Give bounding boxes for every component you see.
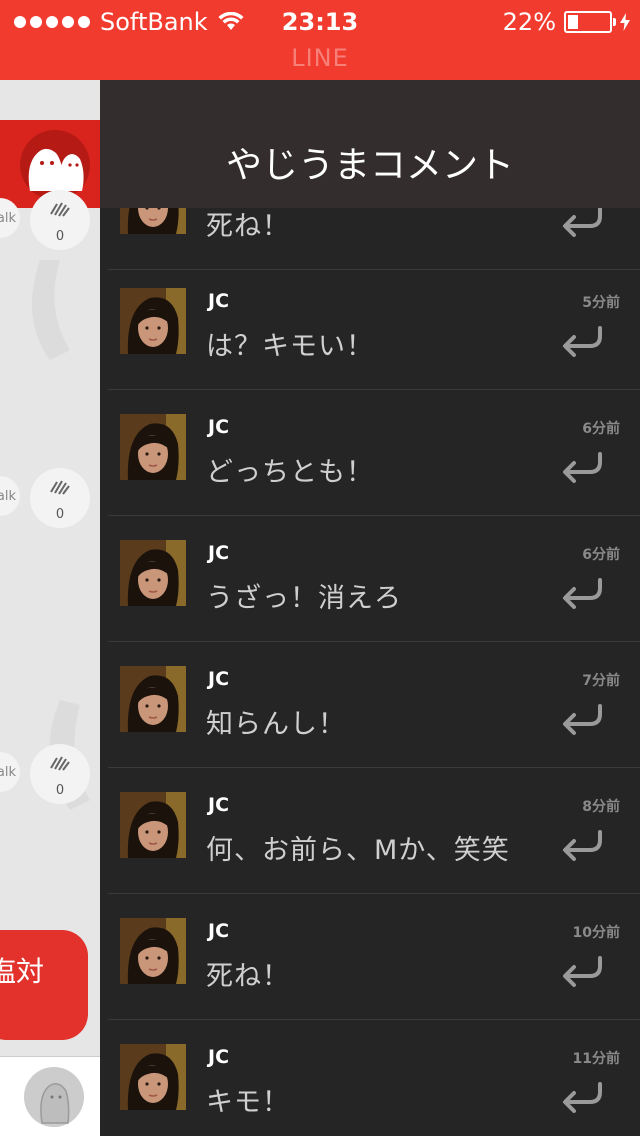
clap-button[interactable]: 0 xyxy=(30,744,90,804)
talk-label: alk xyxy=(0,210,16,226)
background-panel: alk 0 alk 0 alk 0 塩対 xyxy=(0,80,100,1136)
comment-text: は？キモい！ xyxy=(206,331,374,362)
avatar-icon[interactable] xyxy=(24,1067,84,1127)
topic-bubble[interactable]: 塩対 xyxy=(0,930,88,1040)
comment-time: 6分前 xyxy=(582,421,620,437)
clap-count: 0 xyxy=(55,507,65,522)
clap-count: 0 xyxy=(55,783,65,798)
user-avatar[interactable] xyxy=(120,666,186,732)
reply-icon[interactable] xyxy=(560,326,604,358)
reply-icon[interactable] xyxy=(560,206,604,238)
reply-icon[interactable] xyxy=(560,704,604,736)
user-avatar[interactable] xyxy=(120,288,186,354)
reply-icon[interactable] xyxy=(560,578,604,610)
clap-count: 0 xyxy=(55,229,65,244)
comment-text: うざっ！消えろ xyxy=(206,583,402,614)
comment-username: JC xyxy=(208,416,230,438)
comment-row[interactable]: JC 8分前何、お前ら、Mか、笑笑 xyxy=(100,768,640,894)
reply-icon[interactable] xyxy=(560,1082,604,1114)
comment-username: JC xyxy=(208,668,230,690)
comment-time: 5分前 xyxy=(582,295,620,311)
user-avatar[interactable] xyxy=(120,414,186,480)
talk-label: alk xyxy=(0,488,16,504)
panel-title: やじうまコメント xyxy=(100,80,640,208)
topic-bubble-text: 塩対 xyxy=(0,955,44,988)
app-name: LINE xyxy=(291,44,349,72)
comment-username: JC xyxy=(208,290,230,312)
talk-label: alk xyxy=(0,764,16,780)
comment-text: 死ね！ xyxy=(206,211,290,242)
comment-username: JC xyxy=(208,542,230,564)
comment-time: 11分前 xyxy=(572,1051,620,1067)
clap-icon xyxy=(50,202,70,217)
comment-row[interactable]: JC 5分前は？キモい！ xyxy=(100,264,640,390)
comment-row[interactable]: JC 6分前どっちとも！ xyxy=(100,390,640,516)
battery-percent: 22% xyxy=(502,8,556,36)
battery-icon xyxy=(564,11,616,33)
comment-row[interactable]: JC 6分前うざっ！消えろ xyxy=(100,516,640,642)
status-bar: SoftBank 23:13 22% LINE xyxy=(0,0,640,80)
user-avatar[interactable] xyxy=(120,540,186,606)
clap-icon xyxy=(50,480,70,495)
comment-username: JC xyxy=(208,794,230,816)
comment-text: 何、お前ら、Mか、笑笑 xyxy=(206,835,510,866)
clap-button[interactable]: 0 xyxy=(30,190,90,250)
charging-icon xyxy=(620,13,630,31)
clap-button[interactable]: 0 xyxy=(30,468,90,528)
reply-icon[interactable] xyxy=(560,956,604,988)
user-avatar[interactable] xyxy=(120,792,186,858)
comment-text: キモ！ xyxy=(206,1087,290,1118)
reply-icon[interactable] xyxy=(560,452,604,484)
comment-text: 知らんし！ xyxy=(206,709,346,740)
comment-time: 8分前 xyxy=(582,799,620,815)
comment-time: 6分前 xyxy=(582,547,620,563)
comment-username: JC xyxy=(208,920,230,942)
comment-row[interactable]: JC 11分前キモ！ xyxy=(100,1020,640,1136)
comment-text: どっちとも！ xyxy=(206,457,374,488)
user-avatar[interactable] xyxy=(120,1044,186,1110)
comment-username: JC xyxy=(208,1046,230,1068)
comment-row[interactable]: JC 10分前死ね！ xyxy=(100,894,640,1020)
status-right: 22% xyxy=(503,8,630,36)
comment-time: 10分前 xyxy=(572,925,620,941)
bottom-bar xyxy=(0,1056,100,1136)
reply-icon[interactable] xyxy=(560,830,604,862)
comment-panel: やじうまコメント 死ね！ JC 5分前 は？キモい！ JC 6分前 どっちとも！ JC 6分前う… xyxy=(100,80,640,1136)
comment-row[interactable]: JC 7分前知らんし！ xyxy=(100,642,640,768)
clap-icon xyxy=(50,756,70,771)
user-avatar[interactable] xyxy=(120,918,186,984)
comment-text: 死ね！ xyxy=(206,961,290,992)
comment-time: 7分前 xyxy=(582,673,620,689)
